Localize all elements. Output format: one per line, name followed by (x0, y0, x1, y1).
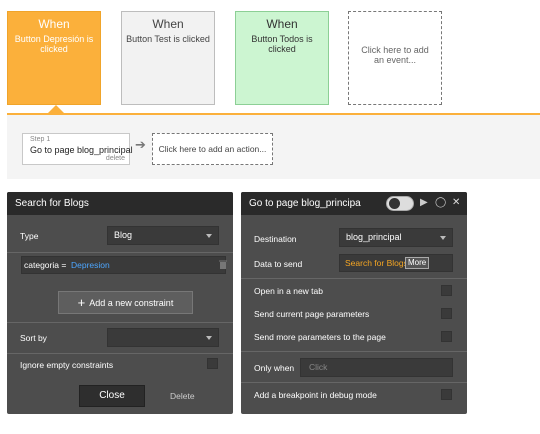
breakpoint-checkbox[interactable] (441, 389, 452, 400)
add-constraint-label: Add a new constraint (89, 298, 174, 308)
event-when-label: When (152, 17, 184, 31)
type-value: Blog (114, 230, 133, 240)
destination-value: blog_principal (346, 232, 402, 242)
constraint-value[interactable]: Depresion (71, 260, 110, 270)
arrow-right-icon: ➔ (135, 137, 146, 152)
destination-dropdown[interactable]: blog_principal (339, 228, 453, 247)
send-more-params-label: Send more parameters to the page (254, 332, 386, 342)
add-event-button[interactable]: Click here to add an event... (348, 11, 442, 105)
constraint-row[interactable]: categoria = Depresion (21, 256, 226, 274)
divider (7, 353, 233, 354)
event-description: Button Todos is clicked (251, 34, 313, 54)
only-when-label: Only when (254, 363, 295, 373)
plus-icon: + (77, 295, 86, 310)
only-when-input[interactable]: Click (300, 358, 453, 377)
workflow-step-card[interactable]: Step 1 Go to page blog_principal delete (22, 133, 133, 165)
action-panel-title: Go to page blog_principa (241, 192, 467, 215)
event-description: Button Depresión is clicked (14, 34, 94, 54)
add-constraint-button[interactable]: + Add a new constraint (58, 291, 193, 314)
workflow-actions-strip: Step 1 Go to page blog_principal delete … (7, 113, 540, 179)
new-tab-checkbox[interactable] (441, 285, 452, 296)
breakpoint-label: Add a breakpoint in debug mode (254, 390, 377, 400)
event-when-label: When (38, 17, 70, 31)
search-editor-panel: Search for Blogs Type Blog categoria = D… (7, 192, 233, 414)
sort-by-label: Sort by (20, 333, 47, 343)
constraint-field: categoria = (24, 260, 67, 270)
action-editor-panel: Go to page blog_principa ▶ ◯ ✕ Destinati… (241, 192, 467, 414)
type-label: Type (20, 231, 39, 241)
step-delete-link[interactable]: delete (106, 155, 125, 162)
add-event-label: Click here to add an event... (361, 45, 429, 65)
chevron-down-icon (440, 236, 446, 240)
send-more-params-checkbox[interactable] (441, 331, 452, 342)
ignore-empty-checkbox[interactable] (207, 358, 218, 369)
step-number: Step 1 (30, 136, 51, 143)
data-to-send-value[interactable]: Search for Blogs (345, 258, 408, 268)
event-button-todos[interactable]: When Button Todos is clicked (235, 11, 329, 105)
chevron-down-icon (206, 234, 212, 238)
toggle-knob (389, 198, 400, 209)
destination-label: Destination (254, 234, 297, 244)
search-panel-title: Search for Blogs (7, 192, 233, 215)
trash-icon[interactable] (219, 260, 227, 269)
send-current-params-label: Send current page parameters (254, 309, 370, 319)
divider (241, 382, 467, 383)
send-current-params-checkbox[interactable] (441, 308, 452, 319)
divider (241, 351, 467, 352)
close-icon[interactable]: ✕ (452, 197, 460, 209)
data-to-send-field[interactable]: Search for Blogs More (339, 254, 453, 272)
add-action-button[interactable]: Click here to add an action... (152, 133, 273, 165)
divider (241, 278, 467, 279)
type-dropdown[interactable]: Blog (107, 226, 219, 245)
event-when-label: When (266, 17, 298, 31)
event-description: Button Test is clicked (126, 34, 210, 44)
more-button[interactable]: More (405, 257, 430, 269)
comment-icon[interactable]: ◯ (435, 197, 446, 209)
close-button[interactable]: Close (79, 385, 145, 407)
play-icon[interactable]: ▶ (420, 197, 428, 209)
debug-toggle[interactable] (386, 196, 414, 211)
new-tab-label: Open in a new tab (254, 286, 323, 296)
chevron-down-icon (206, 336, 212, 340)
delete-button[interactable]: Delete (170, 391, 195, 401)
step-title: Go to page blog_principal (30, 145, 133, 155)
divider (7, 252, 233, 253)
data-to-send-label: Data to send (254, 259, 303, 269)
event-button-test[interactable]: When Button Test is clicked (121, 11, 215, 105)
sort-by-dropdown[interactable] (107, 328, 219, 347)
ignore-empty-label: Ignore empty constraints (20, 360, 114, 370)
event-button-depresion[interactable]: When Button Depresión is clicked (7, 11, 101, 105)
divider (7, 322, 233, 323)
selected-event-pointer (48, 105, 64, 113)
